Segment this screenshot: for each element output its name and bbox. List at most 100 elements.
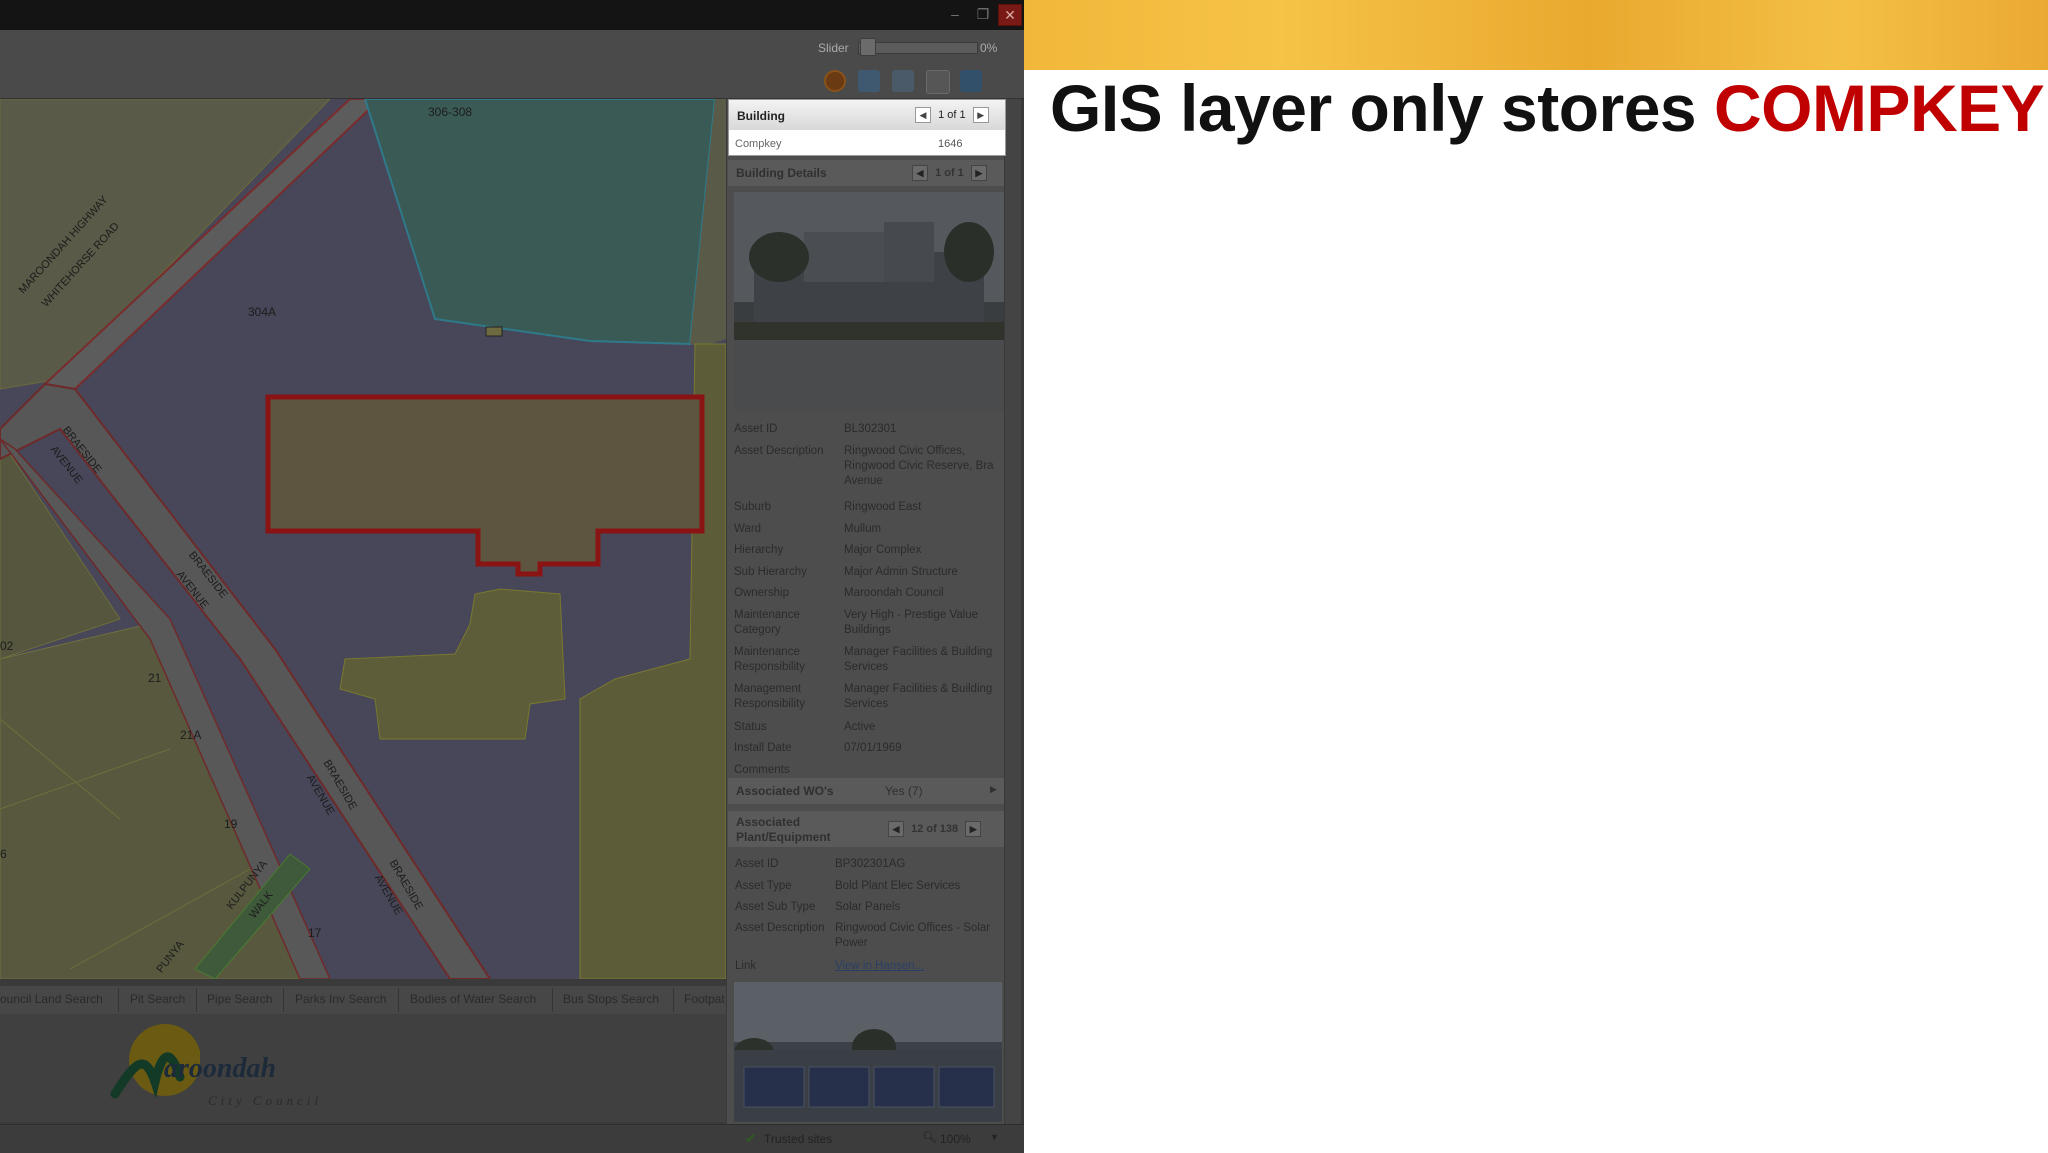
building-details-nav: ◀ 1 of 1 ▶ <box>912 165 987 181</box>
detail-field-value: Maroondah Council <box>844 587 944 599</box>
table-icon[interactable] <box>960 70 982 92</box>
tab-bus-stops-search[interactable]: Bus Stops Search <box>563 992 659 1006</box>
detail-field-label: Comments <box>734 764 790 776</box>
building-details-count: 1 of 1 <box>935 166 964 179</box>
security-zone[interactable]: Trusted sites <box>764 1132 832 1146</box>
clear-selection-icon[interactable] <box>824 70 846 92</box>
prev-arrow-icon[interactable]: ◀ <box>912 165 928 181</box>
plant-field-label: Asset Sub Type <box>735 901 816 913</box>
detail-field-value: Manager Facilities & Building Services <box>844 646 993 673</box>
detail-field-value: Major Admin Structure <box>844 566 958 578</box>
detail-field-label: Status <box>734 721 767 733</box>
building-identify-popup: Building ◀ 1 of 1 ▶ Compkey 1646 <box>728 99 1006 156</box>
export-excel-icon[interactable] <box>926 70 950 94</box>
map-label: 306-308 <box>428 105 473 119</box>
next-arrow-icon[interactable]: ▶ <box>970 165 987 181</box>
tab-footpath-search[interactable]: Footpat <box>684 992 725 1006</box>
plant-title-line1: Associated <box>736 815 801 829</box>
slide-title-accent: COMPKEY <box>1713 71 2045 145</box>
select-deselect-icon[interactable] <box>892 70 914 92</box>
detail-field-label: Asset ID <box>734 423 778 435</box>
prev-arrow-icon[interactable]: ◀ <box>915 107 931 123</box>
detail-field-value: Major Complex <box>844 544 922 556</box>
tab-parks-inv-search[interactable]: Parks Inv Search <box>295 992 386 1006</box>
detail-field-value: BL302301 <box>844 423 897 435</box>
logo-subtitle: City Council <box>208 1093 323 1108</box>
detail-field-value: Ringwood Civic Offices, Ringwood Civic R… <box>844 445 994 487</box>
select-icon[interactable] <box>858 70 880 92</box>
detail-field-label: Hierarchy <box>734 544 784 556</box>
solar-panel-photo <box>734 982 1002 1122</box>
detail-field-label: Sub Hierarchy <box>734 566 807 578</box>
plant-count: 12 of 138 <box>911 822 959 835</box>
building-details-header[interactable]: Building Details ◀ 1 of 1 ▶ <box>728 160 1004 186</box>
zoom-icon[interactable]: 🔍︎ <box>922 1130 937 1144</box>
map-label: 21A <box>180 728 202 742</box>
plant-title-line2: Plant/Equipment <box>736 830 831 844</box>
view-in-hansen-link[interactable]: View in Hansen... <box>835 959 1005 974</box>
prev-arrow-icon[interactable]: ◀ <box>888 821 904 837</box>
detail-field-value: Ringwood East <box>844 501 922 513</box>
detail-field-value: 07/01/1969 <box>844 742 902 754</box>
tab-pipe-search[interactable]: Pipe Search <box>207 992 272 1006</box>
building-photo <box>734 192 1004 412</box>
plant-field-label: Asset Type <box>735 880 792 892</box>
compkey-value: 1646 <box>938 138 963 150</box>
chevron-down-icon[interactable]: ▼ <box>990 1132 999 1142</box>
title-bar: – ❐ ✕ <box>0 0 1024 30</box>
detail-field-label: Ward <box>734 523 762 535</box>
associated-wos-title: Associated WO's <box>736 784 834 798</box>
expand-arrow-icon[interactable]: ▶ <box>990 784 997 795</box>
transparency-slider[interactable] <box>858 42 978 54</box>
next-arrow-icon[interactable]: ▶ <box>972 107 989 123</box>
map-label: 02 <box>0 639 14 653</box>
tab-bodies-of-water-search[interactable]: Bodies of Water Search <box>410 992 536 1006</box>
search-tabs-bar: ouncil Land Search Pit Search Pipe Searc… <box>0 985 726 1014</box>
map-feature <box>485 326 503 337</box>
tab-pit-search[interactable]: Pit Search <box>130 992 185 1006</box>
map-label: 21 <box>148 671 162 685</box>
building-popup-header: Building ◀ 1 of 1 ▶ <box>729 100 1005 130</box>
detail-field-label: Management Responsibility <box>734 683 805 710</box>
minimize-icon[interactable]: – <box>944 4 966 24</box>
detail-field-value: Active <box>844 721 876 733</box>
tab-council-land-search[interactable]: ouncil Land Search <box>0 992 103 1006</box>
plant-field-label: Link <box>735 960 757 972</box>
detail-field-label: Maintenance Category <box>734 609 800 636</box>
map-label: 304A <box>248 305 277 319</box>
next-arrow-icon[interactable]: ▶ <box>965 821 982 837</box>
detail-field-value: Manager Facilities & Building Services <box>844 683 993 710</box>
building-details-title: Building Details <box>736 166 827 180</box>
detail-field-label: Install Date <box>734 742 792 754</box>
plant-field-value: Bold Plant Elec Services <box>835 880 961 892</box>
detail-field-label: Maintenance Responsibility <box>734 646 805 673</box>
logo-wordmark: aroondah <box>164 1053 277 1084</box>
zoom-level[interactable]: 100% <box>940 1132 971 1146</box>
panel-scrollbar[interactable] <box>1004 99 1021 1124</box>
close-icon[interactable]: ✕ <box>998 4 1022 26</box>
slider-handle[interactable] <box>860 38 876 56</box>
map-label: 19 <box>224 817 238 831</box>
gis-app-window: – ❐ ✕ Slider 0% 306-308 MAROONDAH HIGHWA… <box>0 0 1024 1153</box>
plant-field-value: Ringwood Civic Offices - Solar Power <box>835 922 991 949</box>
detail-field-label: Ownership <box>734 587 789 599</box>
maximize-icon[interactable]: ❐ <box>972 4 994 24</box>
detail-field-label: Asset Description <box>734 445 824 457</box>
building-nav: ◀ 1 of 1 ▶ <box>915 107 989 123</box>
browser-status-bar <box>0 1124 1024 1153</box>
slider-label: Slider <box>818 41 849 55</box>
slide-title-text: GIS layer only stores <box>1050 71 1714 145</box>
plant-equipment-header[interactable]: Associated Plant/Equipment ◀ 12 of 138 ▶ <box>728 811 1004 847</box>
associated-wos-row[interactable]: Associated WO's Yes (7) ▶ <box>728 778 1004 804</box>
building-count: 1 of 1 <box>938 108 966 121</box>
compkey-label: Compkey <box>735 138 782 150</box>
map-label: 17 <box>308 926 322 940</box>
plant-field-label: Asset ID <box>735 858 779 870</box>
detail-field-value: Very High - Prestige Value Buildings <box>844 609 979 636</box>
slider-value: 0% <box>980 41 998 55</box>
map-view[interactable]: 306-308 MAROONDAH HIGHWAY WHITEHORSE ROA… <box>0 99 726 979</box>
associated-wos-value: Yes (7) <box>885 784 923 798</box>
decorative-banner <box>1024 0 2048 70</box>
checkmark-icon: ✔ <box>745 1130 757 1146</box>
slide-title: GIS layer only stores COMPKEY <box>1050 70 2045 146</box>
